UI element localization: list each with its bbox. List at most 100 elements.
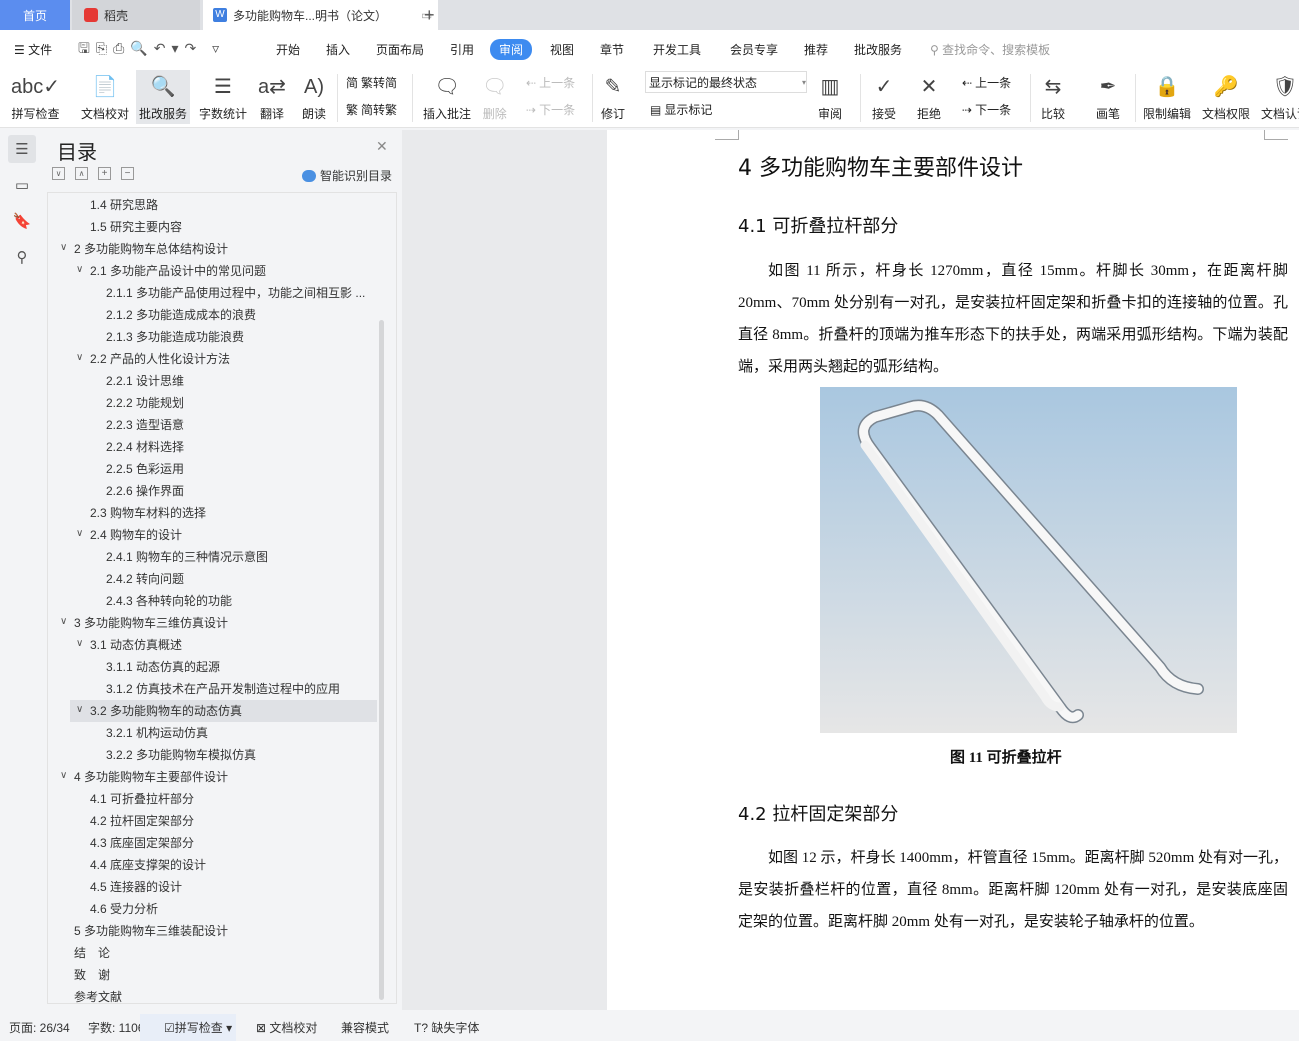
doc-permission-button[interactable]: 🔑 文档权限 (1199, 70, 1253, 124)
review-pane-button[interactable]: ▥ 审阅 (815, 70, 845, 124)
toc-item[interactable]: 2.3 购物车材料的选择 (90, 502, 206, 524)
quick-access-icons[interactable]: 🖫⎘⎙🔍↶▾↷ ▿ (78, 38, 225, 62)
simp-to-trad-button[interactable]: 繁简转繁 (346, 101, 397, 118)
insert-comment-button[interactable]: 🗨 插入批注 (420, 70, 474, 124)
file-menu[interactable]: ☰ 文件 (14, 41, 52, 58)
expand-down-icon[interactable]: ∨ (52, 167, 65, 180)
toc-item[interactable]: 2.1.2 多功能造成成本的浪费 (106, 304, 256, 326)
toc-item[interactable]: 4.1 可折叠拉杆部分 (90, 788, 194, 810)
expand-all-icon[interactable]: + (98, 167, 111, 180)
toc-item[interactable]: 致 谢 (74, 964, 110, 986)
toc-item[interactable]: 2.4.3 各种转向轮的功能 (106, 590, 232, 612)
new-tab-button[interactable]: + (424, 0, 435, 30)
menu-developer[interactable]: 开发工具 (653, 41, 701, 58)
toc-item[interactable]: 2.1.3 多功能造成功能浪费 (106, 326, 244, 348)
expand-chevron-icon[interactable]: ∨ (76, 704, 83, 715)
collapse-all-icon[interactable]: − (121, 167, 134, 180)
toc-item[interactable]: 4 多功能购物车主要部件设计 (74, 766, 228, 788)
tab-docer[interactable]: 稻壳 (72, 0, 200, 30)
menu-layout[interactable]: 页面布局 (376, 41, 424, 58)
toc-item[interactable]: 2.4 购物车的设计 (90, 524, 182, 546)
track-changes-button[interactable]: ✎ 修订 (598, 70, 628, 124)
next-change-button[interactable]: ⇢ 下一条 (962, 101, 1011, 118)
markup-state-select[interactable]: 显示标记的最终状态 ▾ (645, 71, 807, 93)
delete-comment-button[interactable]: 🗨 删除 (479, 70, 510, 124)
menu-review[interactable]: 审阅 (490, 39, 533, 60)
toc-item[interactable]: 2 多功能购物车总体结构设计 (74, 238, 228, 260)
correction-service-button[interactable]: 🔍 批改服务 (136, 70, 191, 124)
restrict-edit-button[interactable]: 🔒 限制编辑 (1140, 70, 1194, 124)
toc-item[interactable]: 3.1.2 仿真技术在产品开发制造过程中的应用 (106, 678, 340, 700)
pen-button[interactable]: ✒ 画笔 (1093, 70, 1123, 124)
next-comment-button[interactable]: ⇢ 下一条 (526, 101, 575, 118)
toc-item[interactable]: 参考文献 (74, 986, 122, 1008)
toc-item[interactable]: 4.3 底座固定架部分 (90, 832, 194, 854)
toc-item[interactable]: 5 多功能购物车三维装配设计 (74, 920, 228, 942)
expand-chevron-icon[interactable]: ∨ (76, 264, 83, 275)
expand-chevron-icon[interactable]: ∨ (76, 352, 83, 363)
toc-item[interactable]: 1.5 研究主要内容 (90, 216, 182, 238)
doc-certify-button[interactable]: 🛡文档认证 (1258, 70, 1299, 124)
toc-scrollbar[interactable] (379, 320, 384, 1000)
toc-item[interactable]: 2.2.5 色彩运用 (106, 458, 184, 480)
command-search[interactable]: ⚲ 查找命令、搜索模板 (930, 41, 1050, 58)
toc-item[interactable]: 2.2.1 设计思维 (106, 370, 184, 392)
expand-chevron-icon[interactable]: ∨ (76, 528, 83, 539)
expand-chevron-icon[interactable]: ∨ (76, 638, 83, 649)
spell-check-button[interactable]: abc✓ 拼写检查 (8, 70, 63, 124)
toc-item[interactable]: 4.5 连接器的设计 (90, 876, 182, 898)
toc-item[interactable]: 4.2 拉杆固定架部分 (90, 810, 194, 832)
menu-start[interactable]: 开始 (276, 41, 300, 58)
toc-item[interactable]: 2.1 多功能产品设计中的常见问题 (90, 260, 266, 282)
menu-view[interactable]: 视图 (550, 41, 574, 58)
missing-fonts[interactable]: T? 缺失字体 (414, 1019, 479, 1036)
menu-member[interactable]: 会员专享 (730, 41, 778, 58)
page-indicator[interactable]: 页面: 26/34 (9, 1019, 70, 1036)
spell-check-status[interactable]: ☑拼写检查 ▾ (140, 1014, 237, 1041)
toc-item[interactable]: 3.2.1 机构运动仿真 (106, 722, 208, 744)
menu-insert[interactable]: 插入 (326, 41, 350, 58)
toc-item[interactable]: 3.1 动态仿真概述 (90, 634, 182, 656)
show-markup-button[interactable]: ▤ 显示标记 (650, 101, 712, 118)
toc-item[interactable]: 4.4 底座支撑架的设计 (90, 854, 206, 876)
prev-comment-button[interactable]: ⇠ 上一条 (526, 74, 575, 91)
toc-item[interactable]: 2.2 产品的人性化设计方法 (90, 348, 230, 370)
toc-item[interactable]: 2.4.2 转向问题 (106, 568, 184, 590)
translate-button[interactable]: a⇄ 翻译 (255, 70, 289, 124)
search-icon[interactable]: ⚲ (8, 243, 36, 271)
close-icon[interactable]: ✕ (376, 138, 388, 155)
expand-chevron-icon[interactable]: ∨ (60, 616, 67, 627)
toc-item[interactable]: 1.4 研究思路 (90, 194, 158, 216)
toc-item[interactable]: 2.2.4 材料选择 (106, 436, 184, 458)
menu-correction[interactable]: 批改服务 (854, 41, 902, 58)
tab-document[interactable]: W 多功能购物车...明书（论文） ▭ (203, 0, 438, 30)
menu-recommend[interactable]: 推荐 (804, 41, 828, 58)
chapter-icon[interactable]: ▭ (8, 171, 36, 199)
menu-references[interactable]: 引用 (450, 41, 474, 58)
reject-button[interactable]: ✕ 拒绝 (914, 70, 944, 124)
toc-item[interactable]: 3.1.1 动态仿真的起源 (106, 656, 220, 678)
toc-item[interactable]: 2.2.3 造型语意 (106, 414, 184, 436)
toc-item[interactable]: 2.2.2 功能规划 (106, 392, 184, 414)
word-count-button[interactable]: ☰ 字数统计 (196, 70, 250, 124)
toc-item[interactable]: 结 论 (74, 942, 110, 964)
menu-chapter[interactable]: 章节 (600, 41, 624, 58)
toc-icon[interactable]: ☰ (8, 135, 36, 163)
toc-item[interactable]: 3.2.2 多功能购物车模拟仿真 (106, 744, 256, 766)
toc-item[interactable]: 2.4.1 购物车的三种情况示意图 (106, 546, 268, 568)
proofread-button[interactable]: 📄 文档校对 (78, 70, 132, 124)
collapse-up-icon[interactable]: ∧ (75, 167, 88, 180)
toc-item[interactable]: 3 多功能购物车三维仿真设计 (74, 612, 228, 634)
toc-item[interactable]: 2.2.6 操作界面 (106, 480, 184, 502)
bookmark-icon[interactable]: 🔖 (8, 207, 36, 235)
proofread-status[interactable]: ⊠ 文档校对 (256, 1019, 317, 1036)
expand-chevron-icon[interactable]: ∨ (60, 770, 67, 781)
toc-item[interactable]: 4.6 受力分析 (90, 898, 158, 920)
compare-button[interactable]: ⇆ 比较 (1038, 70, 1068, 124)
prev-change-button[interactable]: ⇠ 上一条 (962, 74, 1011, 91)
accept-button[interactable]: ✓ 接受 (869, 70, 899, 124)
smart-toc-button[interactable]: 智能识别目录 (302, 167, 392, 184)
tab-home[interactable]: 首页 (0, 0, 70, 30)
trad-to-simp-button[interactable]: 简繁转简 (346, 74, 397, 91)
toc-item[interactable]: 3.2 多功能购物车的动态仿真 (90, 700, 242, 722)
